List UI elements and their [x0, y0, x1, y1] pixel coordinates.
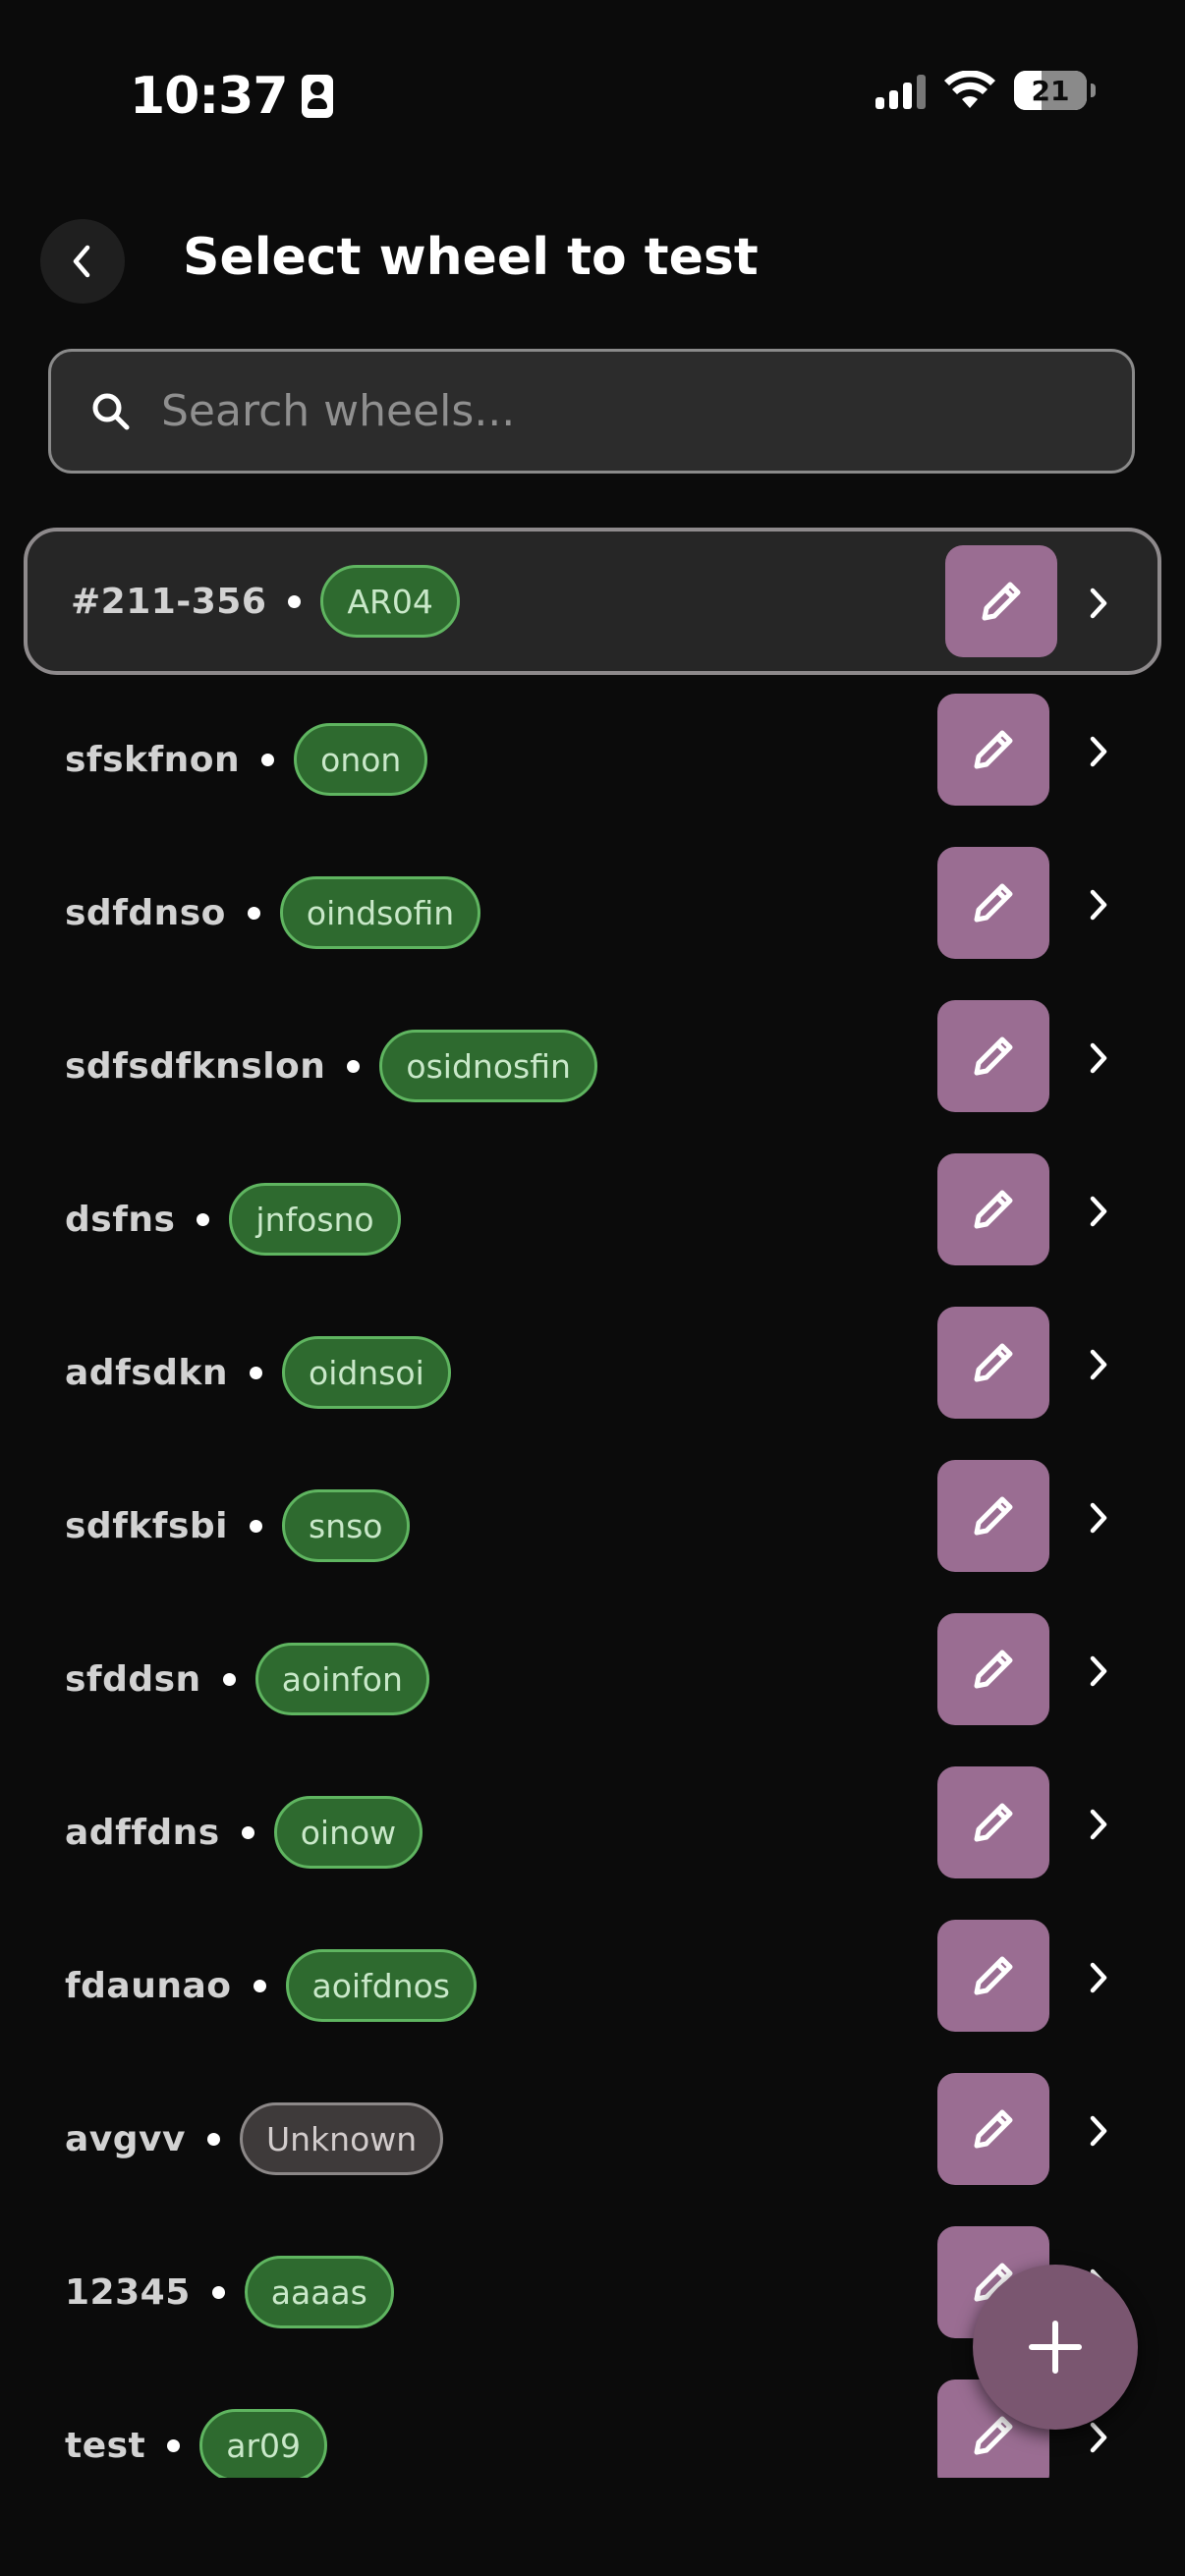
open-wheel-chevron[interactable] [1079, 584, 1118, 623]
wheel-name: 12345 [65, 2271, 191, 2313]
wheel-row[interactable]: avgvv Unknown [24, 2065, 1161, 2212]
separator-dot [250, 1519, 262, 1533]
separator-dot [197, 1212, 210, 1226]
wheel-row[interactable]: sfskfnon onon [24, 686, 1161, 833]
chevron-right-icon [1090, 1349, 1107, 1380]
wheel-tag: aoifdnos [285, 1949, 477, 2022]
open-wheel-chevron[interactable] [1079, 885, 1118, 924]
chevron-right-icon [1090, 588, 1107, 619]
edit-wheel-button[interactable] [937, 1613, 1049, 1725]
open-wheel-chevron[interactable] [1079, 1498, 1118, 1538]
separator-dot [247, 906, 260, 920]
open-wheel-chevron[interactable] [1079, 1958, 1118, 1997]
wheel-tag: osidnosfin [379, 1030, 597, 1102]
open-wheel-chevron[interactable] [1079, 1805, 1118, 1844]
edit-wheel-button[interactable] [937, 1766, 1049, 1878]
wheel-row[interactable]: sdfdnso oindsofin [24, 839, 1161, 986]
chevron-right-icon [1090, 889, 1107, 921]
wheel-row[interactable]: sdfsdfknslon osidnosfin [24, 992, 1161, 1140]
wheel-tag: ar09 [199, 2409, 328, 2478]
wheel-tag: oindsofin [279, 876, 481, 949]
pencil-icon [974, 1190, 1013, 1229]
wheel-name: fdaunao [65, 1965, 232, 2006]
wheel-name: sfddsn [65, 1658, 201, 1700]
wheel-row[interactable]: sdfkfsbi snso [24, 1452, 1161, 1599]
edit-wheel-button[interactable] [937, 1920, 1049, 2032]
wheel-tag: oidnsoi [282, 1336, 451, 1409]
pencil-icon [974, 1496, 1013, 1536]
open-wheel-chevron[interactable] [1079, 1038, 1118, 1078]
wheel-tag: snso [282, 1489, 410, 1562]
pencil-icon [974, 1343, 1013, 1382]
edit-wheel-button[interactable] [945, 545, 1057, 657]
chevron-right-icon [1090, 2115, 1107, 2147]
wheel-name: sdfdnso [65, 892, 226, 933]
separator-dot [288, 594, 302, 608]
wheel-row[interactable]: dsfns jnfosno [24, 1146, 1161, 1293]
wheel-row[interactable]: #211-356 AR04 [24, 528, 1161, 675]
open-wheel-chevron[interactable] [1079, 732, 1118, 771]
separator-dot [167, 2438, 181, 2452]
separator-dot [222, 1672, 236, 1686]
edit-wheel-button[interactable] [937, 1307, 1049, 1419]
pencil-icon [974, 1803, 1013, 1842]
separator-dot [211, 2285, 225, 2299]
edit-wheel-button[interactable] [937, 1153, 1049, 1265]
open-wheel-chevron[interactable] [1079, 2111, 1118, 2151]
wheel-name: adfsdkn [65, 1352, 228, 1393]
open-wheel-chevron[interactable] [1079, 1192, 1118, 1231]
pencil-icon [974, 1956, 1013, 1995]
wheel-tag: jnfosno [229, 1183, 401, 1256]
wheel-row[interactable]: sfddsn aoinfon [24, 1605, 1161, 1753]
pencil-icon [974, 883, 1013, 923]
pencil-icon [974, 730, 1013, 769]
chevron-right-icon [1090, 736, 1107, 767]
edit-wheel-button[interactable] [937, 1460, 1049, 1572]
pencil-icon [974, 1650, 1013, 1689]
wheel-list: #211-356 AR04 sfskfnon onon sdfdnso oindsofin… [0, 0, 1185, 2478]
wheel-tag: AR04 [320, 565, 460, 638]
wheel-row[interactable]: fdaunao aoifdnos [24, 1912, 1161, 2059]
separator-dot [206, 2132, 220, 2146]
wheel-name: avgvv [65, 2118, 186, 2159]
separator-dot [347, 1059, 361, 1073]
wheel-tag: Unknown [239, 2102, 444, 2175]
separator-dot [250, 1366, 262, 1379]
separator-dot [241, 1825, 254, 1839]
wheel-row[interactable]: adffdns oinow [24, 1759, 1161, 1906]
edit-wheel-button[interactable] [937, 847, 1049, 959]
wheel-tag: aoinfon [254, 1643, 429, 1715]
wheel-tag: aaaas [244, 2256, 394, 2328]
wheel-name: #211-356 [71, 581, 267, 622]
chevron-right-icon [1090, 1196, 1107, 1227]
wheel-name: test [65, 2425, 146, 2466]
open-wheel-chevron[interactable] [1079, 1652, 1118, 1691]
wheel-name: sdfsdfknslon [65, 1045, 326, 1087]
plus-icon [1029, 2321, 1082, 2374]
chevron-right-icon [1090, 1502, 1107, 1534]
wheel-tag: oinow [273, 1796, 423, 1869]
wheel-name: adffdns [65, 1812, 220, 1853]
chevron-right-icon [1090, 1962, 1107, 1993]
wheel-name: dsfns [65, 1199, 176, 1240]
edit-wheel-button[interactable] [937, 2073, 1049, 2185]
pencil-icon [974, 1036, 1013, 1076]
chevron-right-icon [1090, 1809, 1107, 1840]
chevron-right-icon [1090, 2422, 1107, 2453]
pencil-icon [974, 2109, 1013, 2149]
open-wheel-chevron[interactable] [1079, 1345, 1118, 1384]
wheel-name: sdfkfsbi [65, 1505, 228, 1546]
edit-wheel-button[interactable] [937, 694, 1049, 806]
chevron-right-icon [1090, 1655, 1107, 1687]
separator-dot [253, 1979, 266, 1992]
wheel-name: sfskfnon [65, 739, 241, 780]
pencil-icon [982, 582, 1021, 621]
edit-wheel-button[interactable] [937, 1000, 1049, 1112]
wheel-tag: onon [294, 723, 428, 796]
wheel-row[interactable]: adfsdkn oidnsoi [24, 1299, 1161, 1446]
chevron-right-icon [1090, 1042, 1107, 1074]
add-wheel-button[interactable] [973, 2265, 1138, 2430]
separator-dot [261, 753, 275, 766]
